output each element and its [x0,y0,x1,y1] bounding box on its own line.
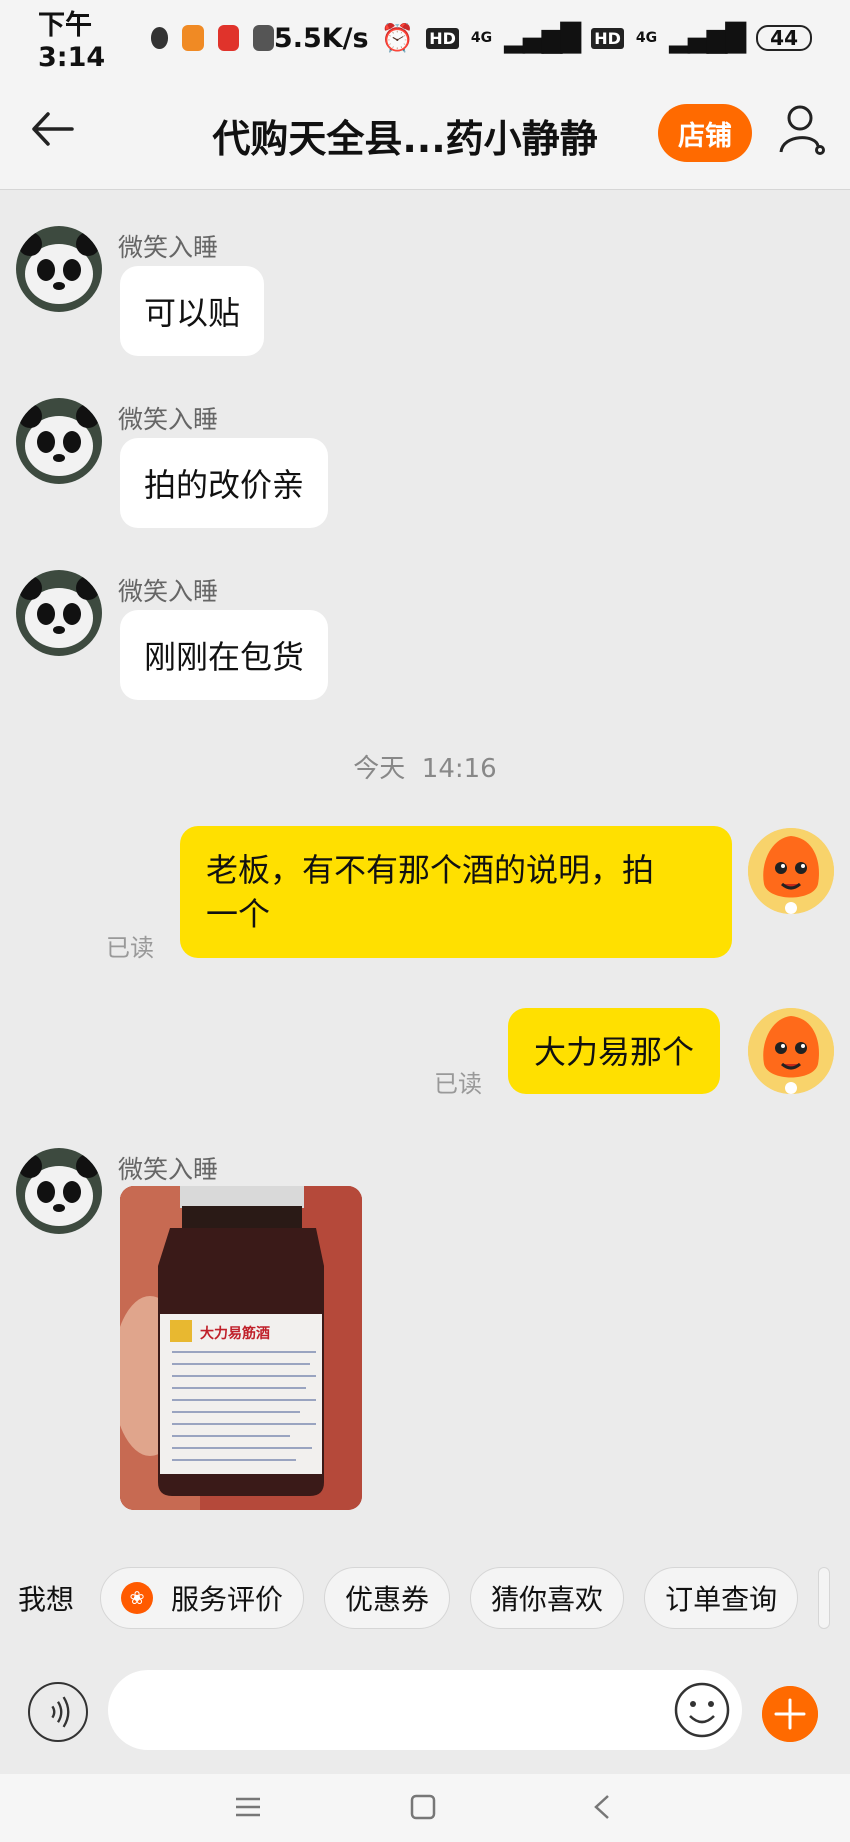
signal-icon-2: ▂▄▆█ [669,22,746,54]
plus-icon[interactable] [762,1686,818,1742]
message-input[interactable] [108,1670,742,1750]
sender-name: 微笑入睡 [118,577,219,606]
chip-coupons[interactable]: 优惠券 [324,1567,451,1629]
message-line: 一个 [206,895,271,933]
signal-icon: ▂▄▆█ [504,22,581,54]
battery-indicator: 44 [756,25,812,51]
message-bubble-self[interactable]: 老板，有不有那个酒的说明，拍 一个 [180,826,732,958]
network-speed: 5.5K/s [273,22,369,54]
self-avatar[interactable] [748,828,834,914]
chip-label: 猜你喜欢 [491,1583,604,1616]
emoji-icon[interactable] [672,1680,732,1740]
chip-label: 服务评价 [171,1583,284,1616]
panda-avatar[interactable] [16,1148,102,1234]
app-notification-icon [182,25,204,51]
hd-badge: HD [426,27,459,49]
chip-more[interactable] [818,1567,830,1629]
chip-label: 订单查询 [665,1583,778,1616]
sender-name: 微笑入睡 [118,405,219,434]
chat-header: 代购天全县...药小静静 店铺 [0,76,850,190]
chip-label: 优惠券 [345,1583,430,1616]
status-time: 下午3:14 [38,10,106,73]
service-review-icon: ❀ [121,1582,154,1614]
network-type-2: 4G [635,30,658,46]
alarm-icon: ⏰ [380,23,415,54]
bottle-label-text: 大力易筋酒 [200,1325,270,1342]
message-line: 老板，有不有那个酒的说明，拍 [206,851,655,889]
panda-avatar[interactable] [16,570,102,656]
app-notification-icon-2 [217,25,239,51]
panda-avatar[interactable] [16,226,102,312]
shop-button[interactable]: 店铺 [658,104,752,162]
timestamp-divider: 今天 14:16 [0,748,850,785]
voice-input-icon[interactable] [28,1682,88,1742]
network-type: 4G [470,30,493,46]
message-bubble-self[interactable]: 大力易那个 [508,1008,721,1094]
message-bubble[interactable]: 可以贴 [120,266,265,356]
message-bubble[interactable]: 拍的改价亲 [120,438,329,528]
divider-time: 14:16 [421,754,497,784]
hd-badge-2: HD [591,27,624,49]
read-status: 已读 [434,1070,482,1098]
home-icon[interactable] [408,1792,438,1822]
input-bar [0,1650,850,1774]
read-status: 已读 [106,934,154,962]
quick-actions-bar: 我想 ❀ 服务评价 优惠券 猜你喜欢 订单查询 [0,1548,850,1648]
system-navigation-bar [0,1774,850,1842]
medicine-bottle-photo[interactable]: 大力易筋酒 [120,1186,362,1510]
sender-name: 微笑入睡 [118,1155,219,1184]
user-settings-icon[interactable] [778,102,828,158]
chip-order-query[interactable]: 订单查询 [644,1567,799,1629]
panda-avatar[interactable] [16,398,102,484]
dnd-icon [150,27,169,49]
nav-back-icon[interactable] [590,1792,614,1822]
status-bar: 下午3:14 5.5K/s ⏰ HD 4G ▂▄▆█ HD 4G ▂▄▆█ 44 [0,0,850,76]
chip-recommendations[interactable]: 猜你喜欢 [470,1567,625,1629]
speedometer-icon [252,25,274,51]
menu-icon[interactable] [234,1792,262,1822]
chip-service-review[interactable]: ❀ 服务评价 [100,1567,305,1629]
message-bubble[interactable]: 刚刚在包货 [120,610,329,700]
divider-date: 今天 [353,754,406,784]
self-avatar[interactable] [748,1008,834,1094]
sender-name: 微笑入睡 [118,233,219,262]
quick-actions-label: 我想 [18,1583,75,1616]
